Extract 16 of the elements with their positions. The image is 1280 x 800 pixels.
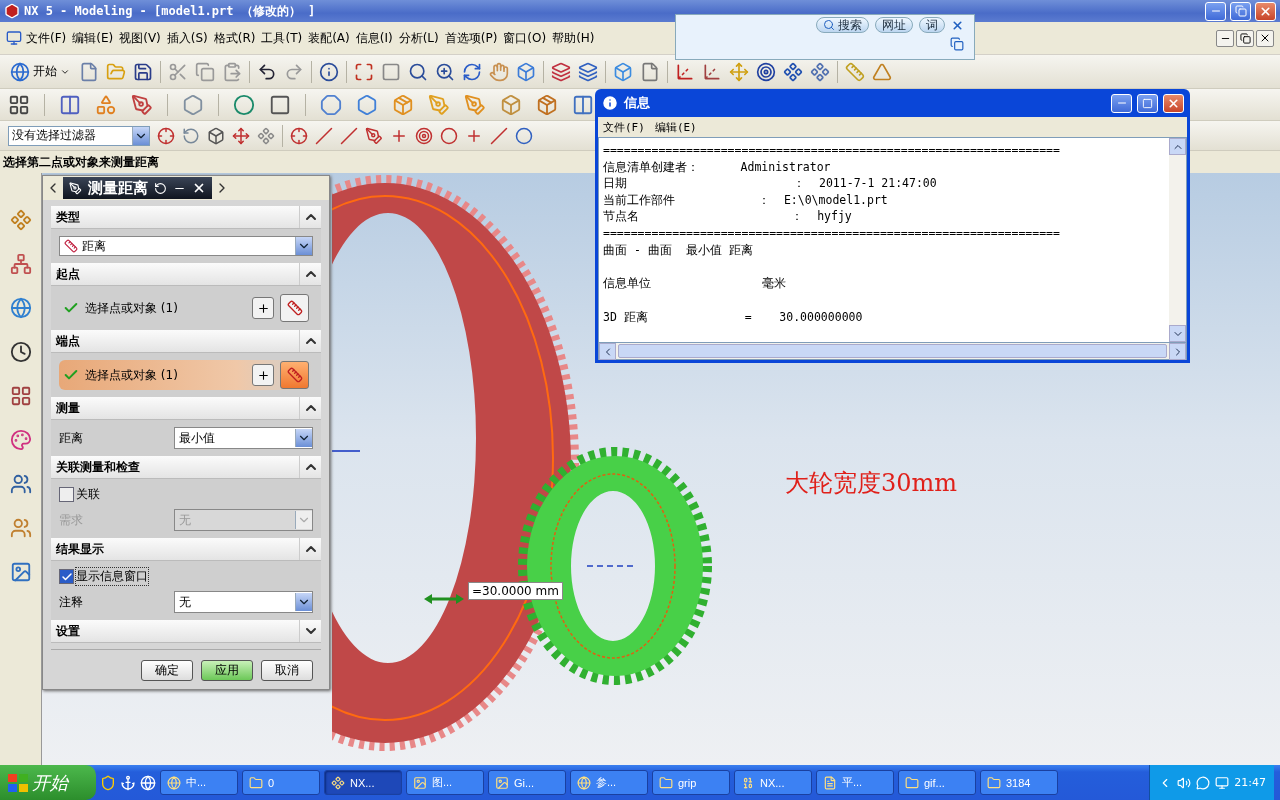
info-line: 日期 ： 2011-7-1 21:47:00 (603, 175, 938, 192)
field-label: 距离 (59, 429, 83, 447)
info-line: 当前工作部件 ： E:\0\model1.prt (603, 191, 889, 209)
info-window-title: 信息 (624, 94, 651, 112)
tray-clock: 21:47 (1234, 776, 1266, 789)
annotation-text: 大轮宽度30mm (785, 468, 958, 499)
info-line: 信息清单创建者： Administrator (603, 158, 832, 176)
info-line: ================================================================== (603, 224, 1061, 242)
distance-label: =30.0000 mm (468, 582, 563, 600)
info-line: 节点名 ： hyfjy (603, 208, 853, 225)
info-line: 曲面 - 曲面 最小值 距离 (603, 241, 754, 259)
dialog-title: 测量距离 (88, 178, 148, 198)
field-label: 注释 (59, 593, 83, 611)
window-title: NX 5 - Modeling - [model1.prt （修改的） ] (24, 2, 317, 20)
info-line: 3D 距离 = 30.000000000 (603, 308, 864, 326)
info-line: 信息单位 毫米 (603, 275, 787, 292)
